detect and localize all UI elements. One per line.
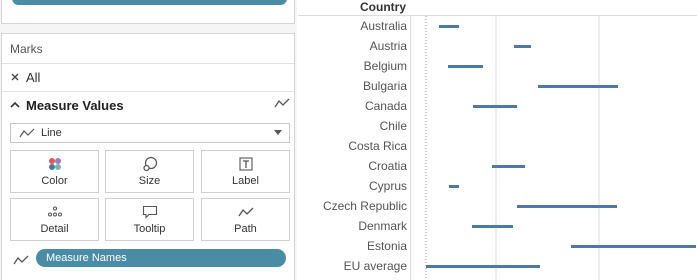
size-button[interactable]: Size (105, 150, 194, 193)
color-button[interactable]: Color (10, 150, 99, 193)
detail-button[interactable]: Detail (10, 198, 99, 241)
row-label: Bulgaria (362, 79, 407, 93)
mark-type-select[interactable]: Line (10, 123, 290, 143)
column-header: Country (360, 0, 406, 14)
row-label: Denmark (358, 219, 407, 233)
filter-pill[interactable] (12, 0, 287, 5)
row-label: Czech Republic (322, 199, 407, 213)
line-mark-icon (274, 97, 290, 112)
dropdown-arrow-icon[interactable] (274, 130, 282, 135)
marks-all-row[interactable]: All (10, 68, 40, 86)
tooltip-icon (142, 204, 158, 220)
size-button-label: Size (138, 175, 161, 187)
plot-area (425, 16, 696, 280)
tooltip-button[interactable]: Tooltip (105, 198, 194, 241)
color-button-label: Color (41, 175, 68, 187)
mark-type-value: Line (41, 127, 62, 139)
row-label: Canada (364, 99, 407, 113)
row-label: Croatia (368, 159, 407, 173)
row-label: EU average (343, 259, 407, 273)
chart-area: Country Australia Austria Belgium Bulgaria C… (298, 0, 697, 280)
marks-title: Marks (10, 42, 43, 56)
marks-all-label: All (26, 69, 41, 85)
label-button-label: Label (232, 175, 259, 187)
row-label: Costa Rica (348, 139, 407, 153)
measure-names-pill[interactable]: Measure Names (36, 249, 286, 267)
row-label: Estonia (366, 239, 407, 253)
path-button-label: Path (234, 223, 257, 235)
size-icon (142, 156, 158, 172)
row-label: Australia (360, 19, 407, 33)
row-label: Cyprus (368, 179, 407, 193)
row-label: Austria (369, 39, 407, 53)
path-button[interactable]: Path (201, 198, 290, 241)
color-icon (47, 156, 63, 172)
measure-values-row[interactable]: Measure Values (10, 95, 290, 115)
filter-card (1, 0, 295, 24)
chevron-down-icon[interactable] (10, 98, 26, 113)
path-icon (237, 204, 254, 220)
tooltip-button-label: Tooltip (133, 223, 166, 235)
chevron-right-icon[interactable] (10, 70, 26, 85)
row-label: Belgium (363, 59, 407, 73)
detail-button-label: Detail (40, 223, 69, 235)
row-label: Chile (379, 119, 407, 133)
detail-icon (47, 204, 63, 220)
measure-names-row: Measure Names (10, 249, 290, 269)
label-button[interactable]: Label (201, 150, 290, 193)
label-icon (238, 156, 253, 172)
measure-values-label: Measure Values (26, 97, 124, 113)
line-mark-icon (19, 128, 35, 138)
path-icon (13, 253, 29, 271)
marks-card: Marks All Measure Values Line Color Size… (1, 33, 295, 280)
left-panel: Marks All Measure Values Line Color Size… (0, 0, 297, 280)
divider (2, 63, 294, 64)
divider (2, 91, 294, 92)
